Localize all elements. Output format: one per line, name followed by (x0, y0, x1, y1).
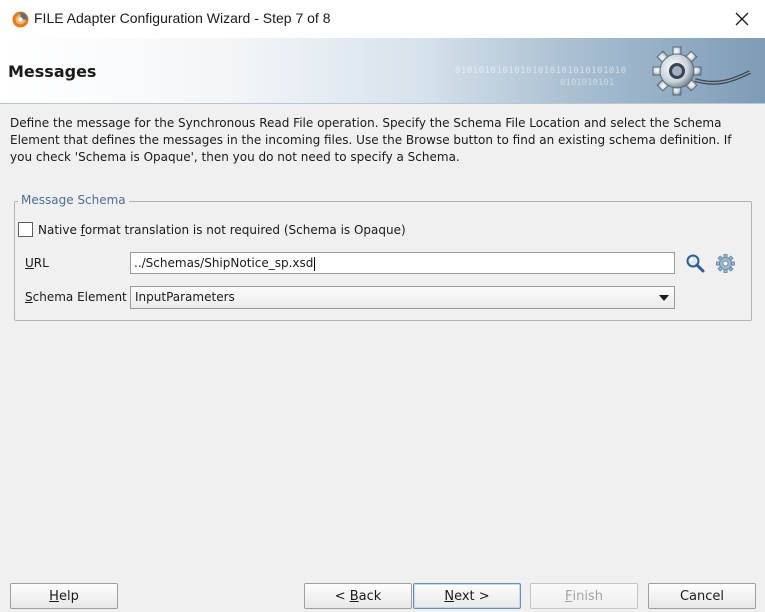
back-button[interactable]: < Back (304, 583, 412, 609)
back-rest: ack (358, 588, 382, 604)
url-value: ../Schemas/ShipNotice_sp.xsd (134, 256, 314, 270)
schema-label-mnemonic: S (25, 290, 33, 304)
url-label-mnemonic: U (25, 256, 34, 270)
back-mnemonic: B (349, 588, 359, 604)
chevron-down-icon[interactable] (659, 295, 669, 301)
gear-icon[interactable] (716, 254, 735, 273)
adapter-gear-icon (652, 46, 751, 96)
opaque-schema-label[interactable]: Native format translation is not require… (38, 223, 406, 237)
help-rest: elp (58, 588, 79, 604)
cancel-label: Cancel (679, 588, 725, 604)
page-header: Messages 01010101010101010101010101010 0… (0, 38, 765, 104)
message-schema-legend: Message Schema (18, 193, 129, 207)
url-label: URL (25, 256, 49, 270)
finish-rest: inish (572, 588, 603, 604)
url-label-rest: RL (33, 256, 49, 270)
opaque-label-prefix: Native (38, 222, 81, 237)
url-input[interactable]: ../Schemas/ShipNotice_sp.xsd (130, 252, 675, 274)
next-rest: ext > (454, 588, 490, 604)
opaque-label-suffix: ormat translation is not required (Schem… (84, 222, 406, 237)
finish-mnemonic: F (565, 588, 573, 604)
header-decoration-binary: 01010101010101010101010101010 (455, 66, 627, 76)
close-button[interactable] (727, 4, 757, 34)
next-mnemonic: N (444, 588, 455, 604)
step-description: Define the message for the Synchronous R… (10, 116, 732, 164)
window-title: FILE Adapter Configuration Wizard - Step… (34, 10, 331, 26)
help-mnemonic: H (49, 588, 59, 604)
page-title: Messages (8, 62, 97, 81)
cancel-button[interactable]: Cancel (648, 583, 756, 609)
opaque-schema-option[interactable]: Native format translation is not require… (18, 222, 406, 237)
text-caret (314, 256, 316, 271)
schema-label-rest: chema Element (32, 290, 127, 304)
schema-element-label: Schema Element (25, 290, 127, 304)
next-button[interactable]: Next > (413, 583, 521, 609)
back-prefix: < (334, 588, 350, 604)
help-button[interactable]: Help (10, 583, 118, 609)
schema-element-value: InputParameters (135, 290, 235, 304)
header-decoration-binary-2: 0101010101 (560, 78, 615, 88)
finish-button[interactable]: Finish (530, 583, 638, 609)
schema-element-select[interactable]: InputParameters (130, 286, 675, 309)
title-bar: FILE Adapter Configuration Wizard - Step… (0, 0, 765, 38)
search-icon[interactable] (685, 253, 705, 273)
app-icon (12, 11, 29, 28)
opaque-schema-checkbox[interactable] (18, 222, 33, 237)
close-icon[interactable] (735, 12, 749, 26)
